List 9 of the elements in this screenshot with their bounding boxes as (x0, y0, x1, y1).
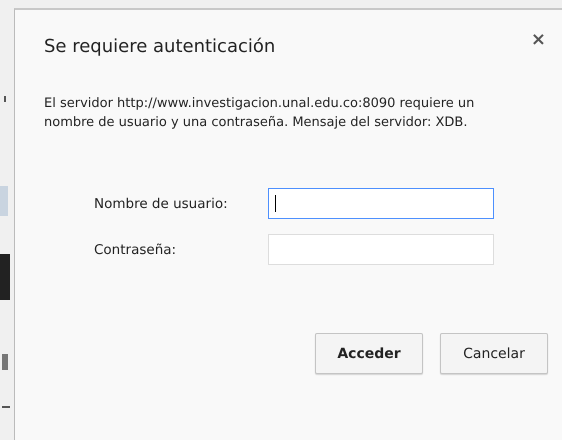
field-label: Contraseña: (94, 242, 178, 258)
field-label: Nombre de usuario: (94, 196, 229, 212)
dialog-title: Se requiere autenticación (44, 36, 276, 57)
dialog-button[interactable]: Acceder (315, 333, 423, 374)
close-button[interactable]: × (528, 32, 548, 48)
dialog-button[interactable]: Cancelar (440, 333, 548, 374)
username-field[interactable] (268, 188, 494, 219)
message-text: El servidor http://www.investigacion.unal.edu.co:8090 requiere un nombre de usuario y una contraseña. Mensaje del servidor: XDB. (44, 95, 476, 132)
password-field[interactable] (268, 234, 494, 265)
